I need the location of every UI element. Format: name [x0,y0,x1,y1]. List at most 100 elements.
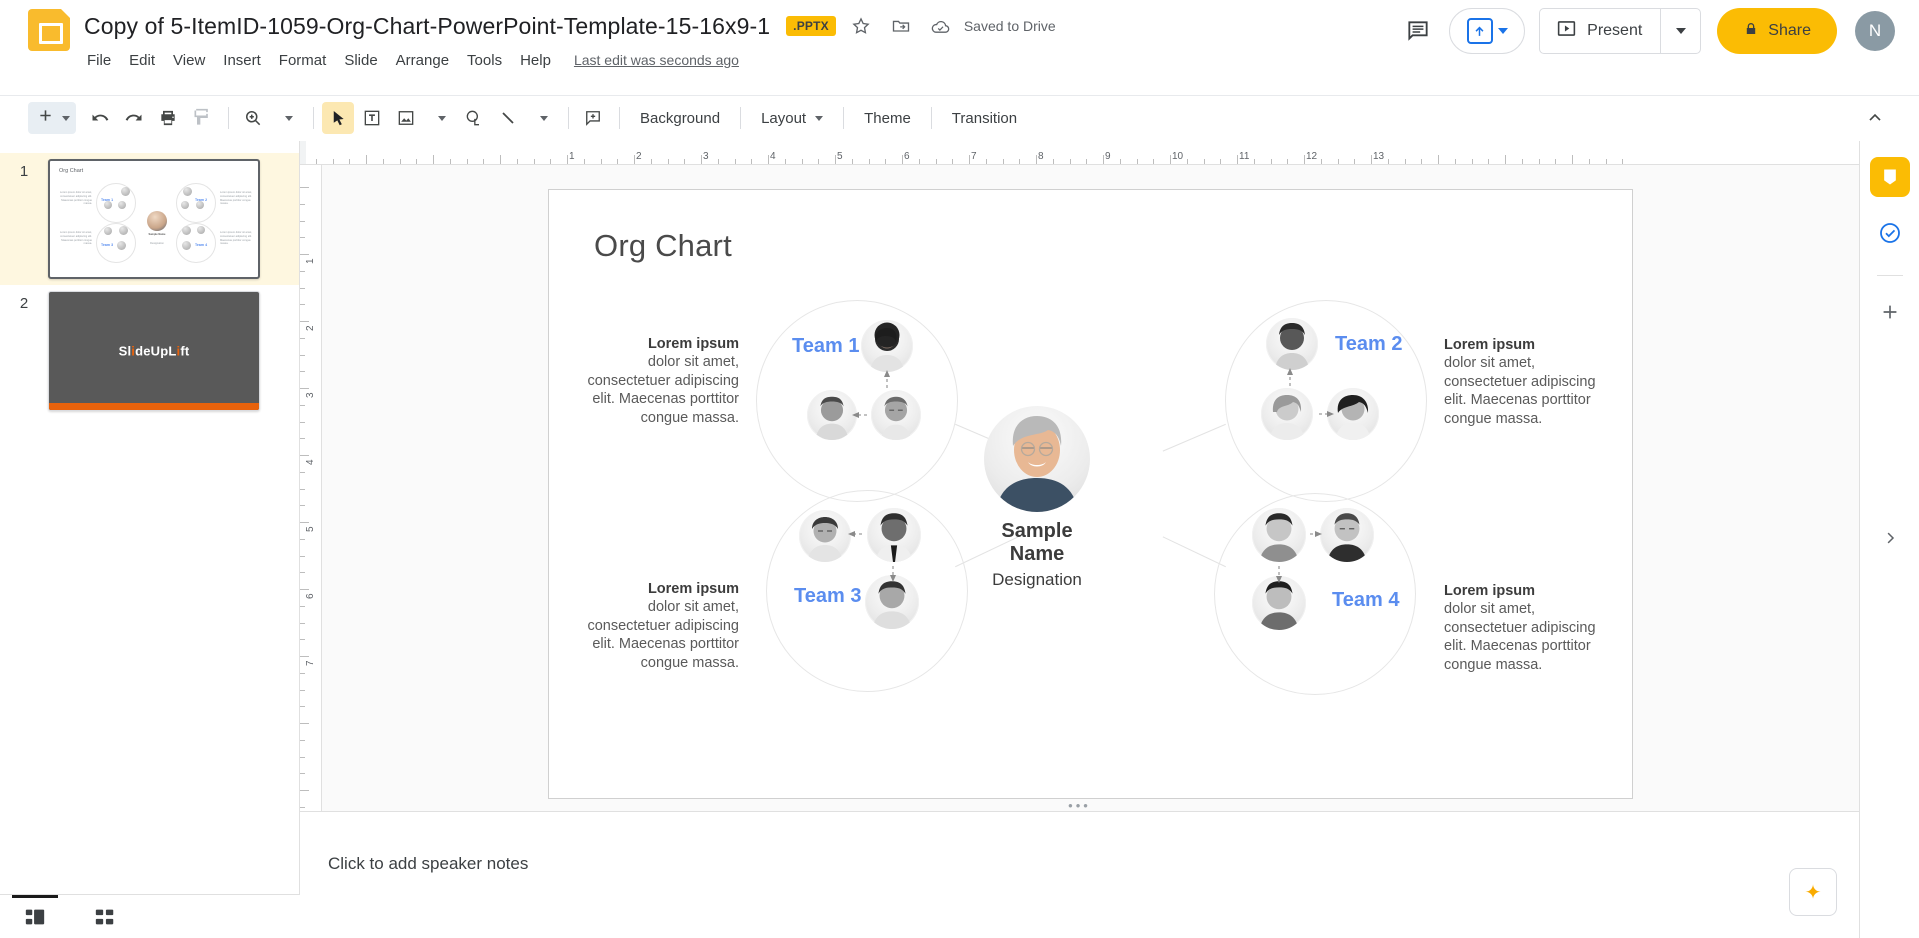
menu-file[interactable]: File [78,49,120,72]
menu-tools[interactable]: Tools [458,49,511,72]
toolbar-divider [930,107,932,129]
ruler-tick [416,159,418,164]
center-person-designation[interactable]: Designation [934,570,1140,590]
ruler-tick [300,304,305,306]
background-button[interactable]: Background [628,104,732,133]
undo-button[interactable] [84,102,116,134]
move-to-folder-icon[interactable] [886,11,916,41]
ruler-tick [300,622,305,624]
slides-logo-icon [28,9,70,51]
ruler-tick [300,203,305,205]
expand-side-panel-icon[interactable] [1870,518,1910,558]
add-apps-icon[interactable] [1870,292,1910,332]
collapse-toolbar-button[interactable] [1859,102,1891,134]
center-name-line2: Name [1009,543,1065,565]
avatar[interactable]: N [1855,11,1895,51]
speaker-notes-pane[interactable]: ••• Click to add speaker notes ✦ [300,798,1859,938]
add-comment-button[interactable] [577,102,609,134]
ruler-tick [300,723,309,724]
insert-line-button[interactable] [492,102,524,134]
ruler-tick [1069,159,1071,164]
current-slide[interactable]: Org Chart Team 1 Lorem ipsum dolor sit a… [548,189,1633,799]
toolbar-divider [313,107,314,129]
filmstrip-view-icon[interactable] [0,894,70,938]
insert-line-dropdown-button[interactable] [526,102,558,134]
select-tool-button[interactable] [322,102,354,134]
sparkle-expand-icon[interactable]: ✦ [1789,868,1837,916]
toolbar-divider [228,107,229,129]
zoom-button[interactable] [237,102,269,134]
filmstrip-slide-1[interactable]: 1 Org Chart Lorem ipsum dolor sit amet, … [0,153,299,285]
present-button-group: Present [1539,8,1702,54]
slide-filmstrip[interactable]: 1 Org Chart Lorem ipsum dolor sit amet, … [0,141,300,894]
layout-button[interactable]: Layout [749,104,835,133]
speaker-notes-placeholder[interactable]: Click to add speaker notes [328,854,528,874]
document-title[interactable]: Copy of 5-ItemID-1059-Org-Chart-PowerPoi… [80,11,774,42]
vertical-ruler[interactable]: 1 2 3 4 5 6 7 [300,165,322,811]
menu-format[interactable]: Format [270,49,336,72]
redo-button[interactable] [118,102,150,134]
ruler-tick [1304,155,1305,164]
grid-view-icon[interactable] [70,895,140,938]
ruler-tick [1371,155,1372,164]
ruler-label: 3 [305,392,316,398]
present-to-meeting-button[interactable] [1449,8,1526,54]
present-dropdown-button[interactable] [1660,9,1700,53]
ruler-label: 2 [305,325,316,331]
ruler-tick [1136,159,1138,164]
insert-image-dropdown-button[interactable] [424,102,456,134]
blurb-team4[interactable]: Lorem ipsum dolor sit amet, consectetuer… [1444,582,1616,674]
ruler-tick [300,522,309,523]
present-button[interactable]: Present [1540,9,1660,53]
ruler-tick [300,706,305,708]
ruler-tick [1220,159,1222,164]
center-person-name[interactable]: Sample Name [934,520,1140,566]
view-mode-bar [0,894,300,938]
last-edit-link[interactable]: Last edit was seconds ago [574,52,739,68]
theme-button[interactable]: Theme [852,104,923,133]
ruler-tick [1320,159,1322,164]
menu-help[interactable]: Help [511,49,560,72]
ruler-tick [1287,159,1289,164]
ruler-tick [1086,159,1088,164]
text-box-button[interactable] [356,102,388,134]
keep-notes-icon[interactable] [1869,157,1910,197]
menu-insert[interactable]: Insert [214,49,270,72]
new-slide-button[interactable] [28,102,76,134]
ruler-tick [567,155,568,164]
ruler-tick [801,159,803,164]
filmstrip-slide-2[interactable]: 2 SlideUpLift [0,285,299,417]
ruler-tick [1454,159,1456,164]
notes-resize-handle[interactable]: ••• [1068,798,1091,813]
slide-thumbnail[interactable]: SlideUpLift [48,291,260,411]
ruler-tick [300,187,309,188]
horizontal-ruler[interactable]: 1 2 3 4 5 6 7 8 9 10 11 12 13 [300,141,1859,165]
ruler-tick [533,159,535,164]
ruler-tick [300,337,305,339]
ruler-tick [1555,159,1557,164]
right-side-panel [1859,141,1919,938]
menu-view[interactable]: View [164,49,214,72]
chevron-down-icon [62,115,70,121]
chevron-down-icon [437,115,446,121]
paint-format-button[interactable] [186,102,218,134]
slide-thumbnail[interactable]: Org Chart Lorem ipsum dolor sit amet, co… [48,159,260,279]
ruler-tick [300,639,305,641]
comment-history-icon[interactable] [1395,8,1441,54]
menu-edit[interactable]: Edit [120,49,164,72]
transition-button[interactable]: Transition [940,104,1029,133]
share-button[interactable]: Share [1717,8,1837,54]
title-row: Copy of 5-ItemID-1059-Org-Chart-PowerPoi… [80,9,1395,43]
insert-image-button[interactable] [390,102,422,134]
slide-number: 2 [19,295,29,312]
star-icon[interactable] [846,11,876,41]
ruler-label: 5 [837,151,843,162]
ruler-label: 12 [1306,151,1318,162]
menu-slide[interactable]: Slide [335,49,386,72]
zoom-dropdown-button[interactable] [271,102,303,134]
tasks-icon[interactable] [1870,213,1910,253]
print-button[interactable] [152,102,184,134]
ruler-label: 5 [305,526,316,532]
menu-arrange[interactable]: Arrange [387,49,458,72]
insert-shape-button[interactable] [458,102,490,134]
